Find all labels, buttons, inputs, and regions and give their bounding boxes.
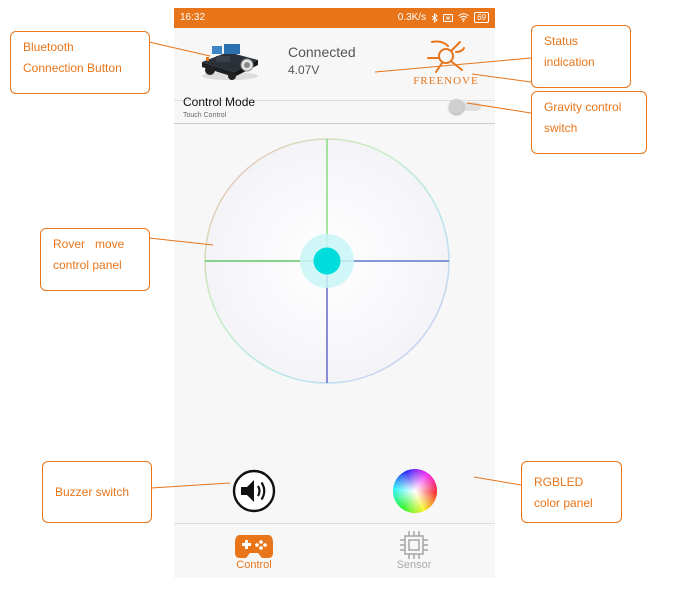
phone-screen: 16:32 0.3K/s 69 Connected 4.07V FREENOVE… — [174, 8, 495, 578]
joystick-pad — [204, 138, 450, 384]
battery-indicator: 69 — [474, 12, 489, 23]
tab-sensor-label: Sensor — [396, 559, 432, 571]
callout-gravity-line1: Gravity control — [544, 100, 622, 114]
gamepad-icon — [235, 535, 273, 558]
speaker-icon — [232, 469, 276, 513]
callout-buzzer: Buzzer switch — [42, 461, 152, 523]
callout-gravity: Gravity control switch — [531, 91, 647, 154]
status-right: 0.3K/s 69 — [398, 12, 489, 23]
sim-icon — [443, 13, 454, 22]
callout-bluetooth: Bluetooth Connection Button — [10, 31, 150, 94]
wifi-icon — [458, 13, 469, 22]
callout-rover-line1: Rover move — [53, 237, 125, 251]
callout-rgbled-line2: color panel — [534, 496, 593, 510]
color-wheel-icon — [393, 469, 437, 513]
freenove-logo: FREENOVE — [402, 34, 490, 92]
freenove-logo-icon — [427, 40, 465, 73]
network-speed: 0.3K/s — [397, 12, 427, 23]
callout-rgbled: RGBLED color panel — [521, 461, 622, 523]
control-mode-title: Control Mode — [183, 95, 256, 109]
callout-status: Status indication — [531, 25, 631, 88]
buzzer-switch-button[interactable] — [231, 468, 277, 514]
callout-rover-line2: control panel — [53, 258, 122, 272]
callout-bluetooth-line1: Bluetooth — [23, 40, 74, 54]
tab-sensor[interactable]: Sensor — [374, 529, 454, 575]
control-mode-subtitle: Touch Control — [183, 112, 227, 119]
control-mode-row: Control Mode Touch Control — [174, 93, 495, 123]
callout-rover: Rover move control panel — [40, 228, 150, 291]
tab-control-label: Control — [236, 559, 272, 571]
callout-gravity-line2: switch — [544, 121, 578, 135]
switch-thumb — [449, 99, 464, 114]
callout-status-line2: indication — [544, 55, 595, 69]
bottom-nav-divider — [174, 523, 495, 524]
callout-rgbled-line1: RGBLED — [534, 475, 584, 489]
logo-text: FREENOVE — [413, 75, 479, 87]
bluetooth-icon — [431, 12, 438, 23]
gravity-control-switch[interactable] — [449, 99, 485, 114]
mode-divider — [174, 123, 495, 124]
status-time: 16:32 — [180, 12, 206, 23]
connection-status: Connected — [288, 44, 356, 60]
bluetooth-connection-button[interactable] — [198, 38, 262, 82]
joystick-knob[interactable] — [313, 247, 341, 275]
callout-status-line1: Status — [544, 34, 579, 48]
tab-control[interactable]: Control — [214, 529, 294, 575]
header: Connected 4.07V FREENOVE — [174, 28, 495, 100]
rover-car-icon — [202, 44, 258, 80]
status-bar: 16:32 0.3K/s 69 — [174, 8, 495, 28]
callout-buzzer-line1: Buzzer switch — [55, 485, 130, 499]
callout-bluetooth-line2: Connection Button — [23, 61, 122, 75]
chip-icon — [400, 531, 428, 559]
rover-move-control-panel[interactable] — [202, 136, 452, 386]
rgbled-color-panel-button[interactable] — [392, 468, 438, 514]
battery-voltage: 4.07V — [288, 63, 320, 77]
